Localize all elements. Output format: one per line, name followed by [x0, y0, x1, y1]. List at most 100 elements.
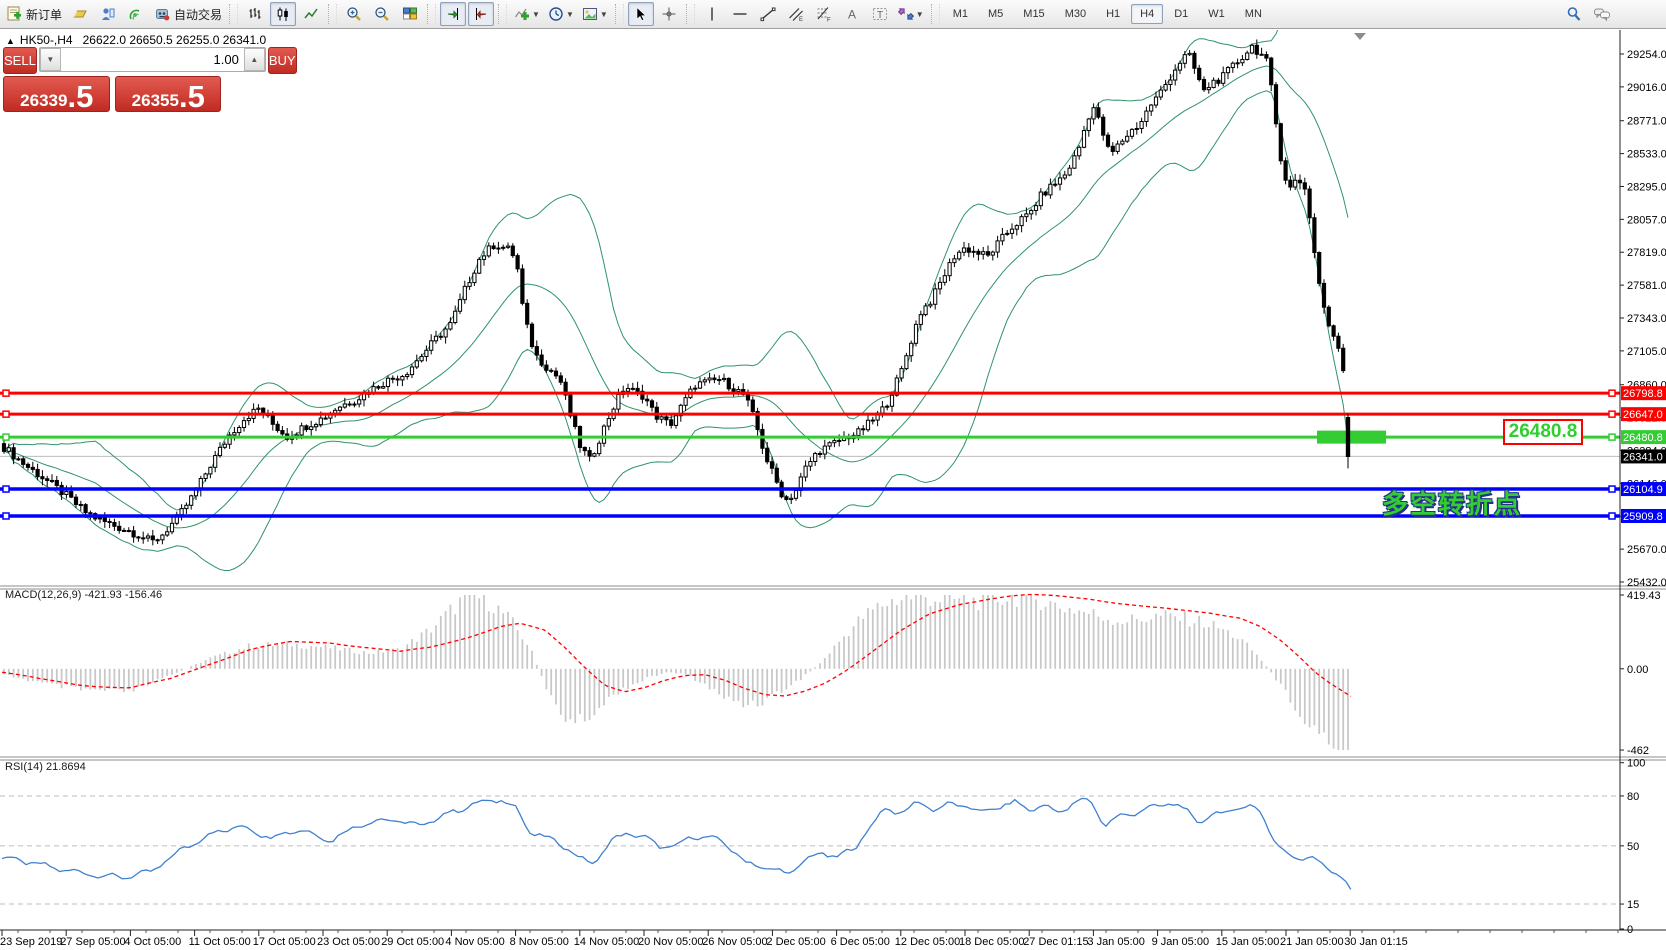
svg-text:9 Jan 05:00: 9 Jan 05:00	[1152, 936, 1210, 948]
zoom-out-button[interactable]	[369, 2, 395, 26]
sell-price-quote[interactable]: 26339.5	[3, 76, 110, 112]
new-order-icon	[6, 6, 22, 22]
svg-text:50: 50	[1627, 841, 1639, 853]
chart-bars-button[interactable]	[242, 2, 268, 26]
buy-button[interactable]: BUY	[268, 47, 297, 74]
horizontal-line-button[interactable]	[727, 2, 753, 26]
svg-text:27105.0: 27105.0	[1627, 346, 1666, 358]
svg-text:27 Sep 05:00: 27 Sep 05:00	[60, 936, 125, 948]
gold-bar-icon	[72, 6, 88, 22]
svg-text:28533.0: 28533.0	[1627, 149, 1666, 161]
buy-price-quote[interactable]: 26355.5	[115, 76, 221, 112]
svg-text:27343.0: 27343.0	[1627, 313, 1666, 325]
search-button[interactable]	[1561, 2, 1587, 26]
chart-area[interactable]: 29254.029016.028771.028533.028295.028057…	[0, 30, 1666, 950]
svg-text:4 Nov 05:00: 4 Nov 05:00	[445, 936, 504, 948]
svg-text:12 Dec 05:00: 12 Dec 05:00	[895, 936, 960, 948]
svg-text:29016.0: 29016.0	[1627, 82, 1666, 94]
autotrade-button[interactable]: 自动交易	[151, 2, 225, 26]
tf-button-M30[interactable]: M30	[1056, 4, 1095, 24]
zoom-out-icon	[374, 6, 390, 22]
svg-text:23 Sep 2019: 23 Sep 2019	[0, 936, 62, 948]
line-handle[interactable]	[3, 486, 9, 492]
volume-input[interactable]	[61, 48, 244, 71]
line-handle[interactable]	[3, 390, 9, 396]
gold-button[interactable]	[67, 2, 93, 26]
market-button[interactable]	[95, 2, 121, 26]
annotation-text[interactable]: 多空转折点	[1350, 484, 1522, 521]
cursor-button[interactable]	[628, 2, 654, 26]
vertical-line-button[interactable]	[699, 2, 725, 26]
tf-button-H4[interactable]: H4	[1131, 4, 1163, 24]
tf-button-H1[interactable]: H1	[1097, 4, 1129, 24]
text-button[interactable]: A	[839, 2, 865, 26]
fibonacci-button[interactable]: F	[811, 2, 837, 26]
trendline-button[interactable]	[755, 2, 781, 26]
price-tag-25909.8: 25909.8	[1621, 509, 1666, 523]
svg-text:26480.8: 26480.8	[1623, 432, 1663, 444]
collapse-icon[interactable]: ▲	[6, 36, 15, 46]
line-handle[interactable]	[1609, 390, 1615, 396]
line-handle[interactable]	[3, 434, 9, 440]
signals-button[interactable]	[123, 2, 149, 26]
svg-text:A: A	[848, 8, 856, 22]
chat-bubbles-icon	[1593, 6, 1611, 22]
dropdown-caret-icon: ▼	[532, 10, 540, 19]
svg-text:27 Dec 01:15: 27 Dec 01:15	[1023, 936, 1088, 948]
tf-button-D1[interactable]: D1	[1165, 4, 1197, 24]
trendline-icon	[760, 6, 776, 22]
periods-button[interactable]: ▼	[545, 2, 577, 26]
chart-shift-marker[interactable]	[1354, 33, 1366, 40]
svg-text:23 Oct 05:00: 23 Oct 05:00	[317, 936, 380, 948]
line-handle[interactable]	[3, 411, 9, 417]
tf-button-M5[interactable]: M5	[979, 4, 1012, 24]
tf-button-W1[interactable]: W1	[1199, 4, 1234, 24]
chart-candles-button[interactable]	[270, 2, 296, 26]
svg-text:80: 80	[1627, 791, 1639, 803]
volume-up-button[interactable]: ▲	[244, 48, 265, 71]
arrows-button[interactable]: ▼	[895, 2, 927, 26]
price-axis[interactable]: 29254.029016.028771.028533.028295.028057…	[1620, 49, 1666, 589]
toolbar-grip	[686, 4, 695, 24]
last-candle	[1346, 414, 1349, 469]
zoom-in-button[interactable]	[341, 2, 367, 26]
svg-text:3 Jan 05:00: 3 Jan 05:00	[1087, 936, 1145, 948]
price-tag-26798.8: 26798.8	[1621, 386, 1666, 400]
sell-button[interactable]: SELL	[3, 47, 37, 74]
bar-chart-icon	[247, 6, 263, 22]
time-axis[interactable]: 23 Sep 201927 Sep 05:004 Oct 05:0011 Oct…	[0, 930, 1618, 948]
svg-text:F: F	[827, 18, 831, 23]
autoscroll-icon	[445, 6, 461, 22]
vertical-line-icon	[704, 6, 720, 22]
symbol-header: ▲HK50-,H426622.0 26650.5 26255.0 26341.0	[6, 33, 266, 47]
chart-shift-button[interactable]	[468, 2, 494, 26]
new-order-button[interactable]: 新订单	[3, 2, 65, 26]
crosshair-button[interactable]	[656, 2, 682, 26]
line-handle[interactable]	[1609, 486, 1615, 492]
level-price-label-box[interactable]: 26480.8	[1503, 419, 1583, 445]
indicators-button[interactable]: ▼	[511, 2, 543, 26]
line-handle[interactable]	[3, 513, 9, 519]
chart-line-button[interactable]	[298, 2, 324, 26]
svg-text:27581.0: 27581.0	[1627, 280, 1666, 292]
candlestick-chart-icon	[275, 6, 291, 22]
svg-text:4 Oct 05:00: 4 Oct 05:00	[124, 936, 181, 948]
volume-down-button[interactable]: ▼	[40, 48, 61, 71]
toolbar-grip	[615, 4, 624, 24]
tf-button-M15[interactable]: M15	[1014, 4, 1053, 24]
line-handle[interactable]	[1609, 434, 1615, 440]
rsi-panel	[2, 798, 1351, 889]
autoscroll-button[interactable]	[440, 2, 466, 26]
svg-text:15: 15	[1627, 899, 1639, 911]
tile-windows-button[interactable]	[397, 2, 423, 26]
line-handle[interactable]	[1609, 513, 1615, 519]
toolbar-grip	[498, 4, 507, 24]
channel-button[interactable]: E	[783, 2, 809, 26]
chat-button[interactable]	[1589, 2, 1615, 26]
templates-button[interactable]: ▼	[579, 2, 611, 26]
tf-button-M1[interactable]: M1	[944, 4, 977, 24]
buy-price-frac: .5	[179, 84, 205, 110]
tf-button-MN[interactable]: MN	[1236, 4, 1271, 24]
text-label-button[interactable]: T	[867, 2, 893, 26]
line-handle[interactable]	[1609, 411, 1615, 417]
